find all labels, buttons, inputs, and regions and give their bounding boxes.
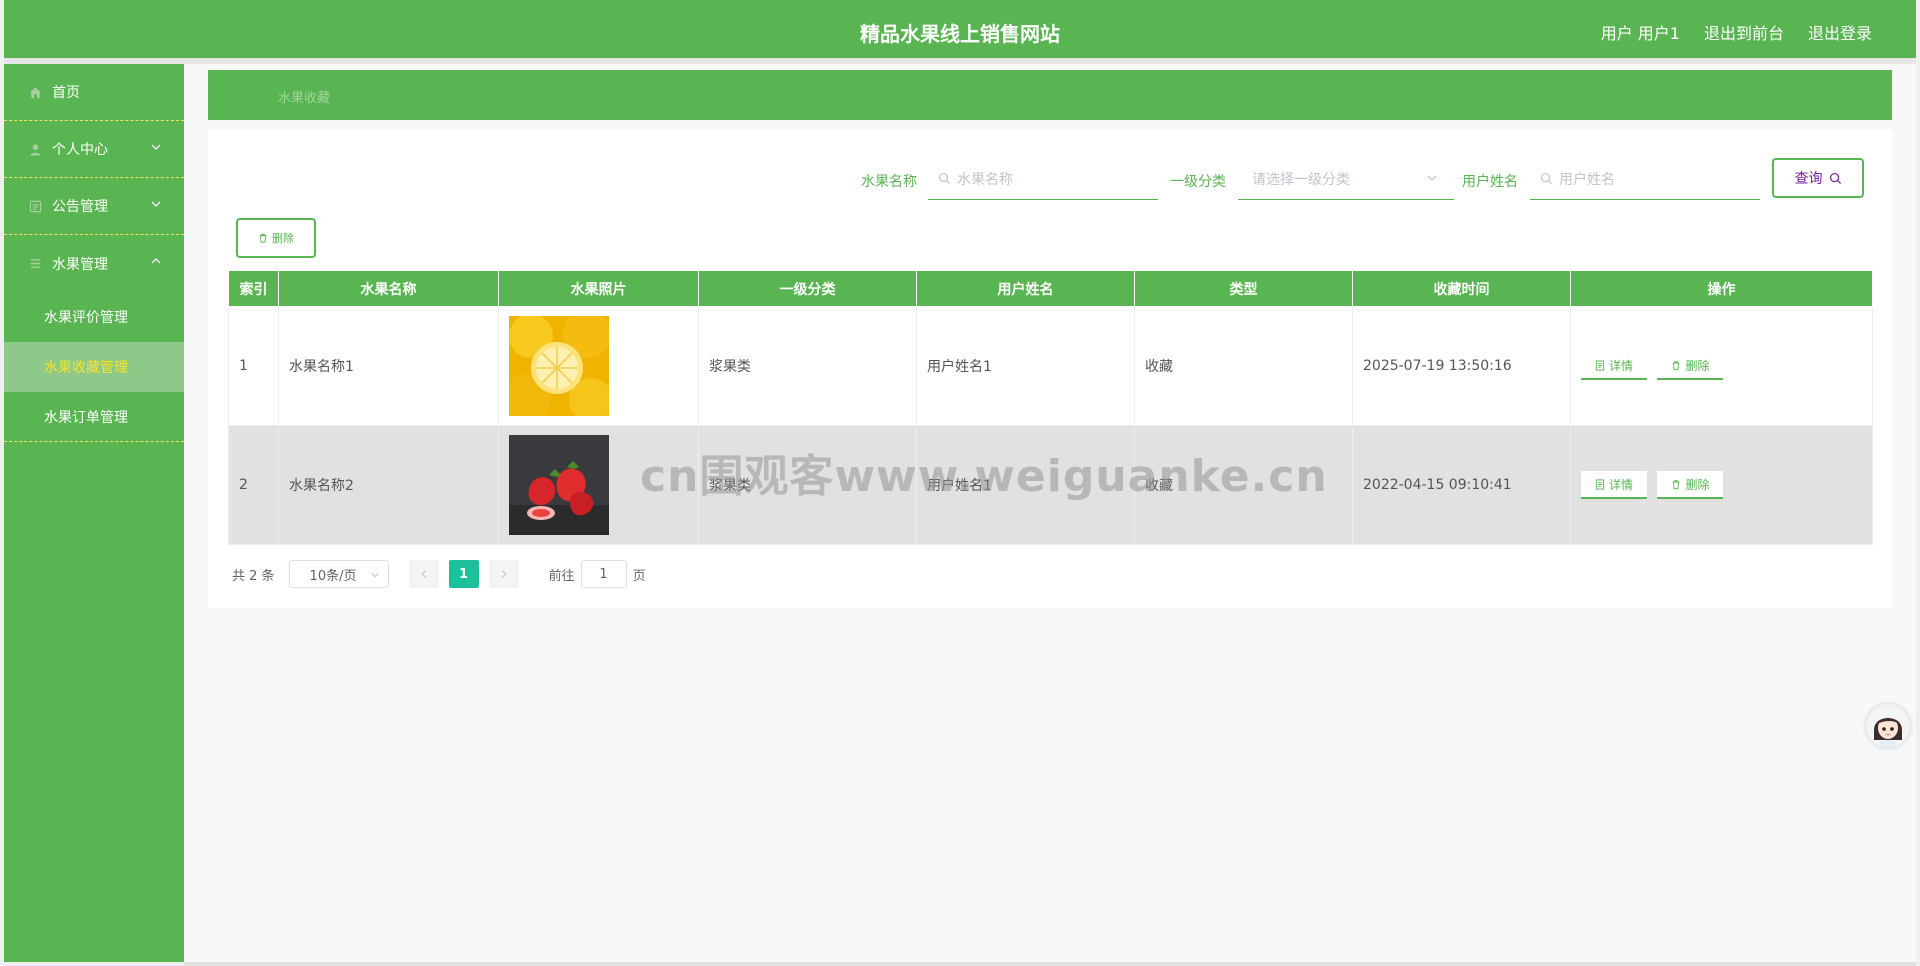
fruit-name-placeholder: 水果名称 bbox=[957, 171, 1013, 188]
batch-delete-button[interactable]: 删除 bbox=[236, 218, 316, 258]
cell-time: 2022-04-15 09:10:41 bbox=[1352, 425, 1571, 545]
cell-actions: 详情 删除 bbox=[1570, 425, 1873, 545]
cell-type: 收藏 bbox=[1134, 306, 1353, 426]
delete-button-label: 删除 bbox=[1685, 358, 1710, 373]
home-icon bbox=[28, 85, 42, 99]
document-icon bbox=[1595, 478, 1605, 490]
column-header[interactable]: 类型 bbox=[1134, 270, 1353, 307]
top-bar: 精品水果线上销售网站 用户 用户1 退出到前台 退出登录 bbox=[4, 0, 1916, 58]
cell-actions: 详情 删除 bbox=[1570, 306, 1873, 426]
chevron-down-icon bbox=[150, 198, 164, 212]
sidebar-item-label: 水果管理 bbox=[52, 256, 108, 273]
goto-page-input[interactable]: 1 bbox=[580, 560, 627, 588]
delete-button[interactable]: 删除 bbox=[1657, 352, 1724, 380]
chevron-down-icon bbox=[370, 569, 380, 584]
column-header[interactable]: 操作 bbox=[1570, 270, 1873, 307]
category-select[interactable]: 请选择一级分类 bbox=[1238, 158, 1454, 200]
chevron-down-icon bbox=[150, 141, 164, 155]
trash-icon bbox=[1673, 479, 1680, 489]
cell-fruit-name: 水果名称1 bbox=[278, 306, 499, 426]
main-content: 水果收藏 水果名称 水果名称 一级分类 请选择一级分类 用户姓名 用户姓名 查询… bbox=[184, 64, 1916, 962]
search-icon bbox=[1829, 172, 1841, 184]
sidebar-item-label: 个人中心 bbox=[52, 142, 108, 158]
sidebar-item-home[interactable]: 首页 bbox=[4, 64, 184, 121]
page-suffix: 页 bbox=[632, 568, 646, 584]
list-icon bbox=[28, 257, 42, 271]
table-header-row: 索引 水果名称 水果照片 一级分类 用户姓名 类型 收藏时间 操作 bbox=[228, 270, 1873, 307]
table-row[interactable]: 1 水果名称1 浆果类 用户姓名1 收藏 2025-07-19 13:50:16… bbox=[228, 306, 1873, 426]
cell-category: 浆果类 bbox=[698, 306, 917, 426]
watermark-text: cn围观客www.weiguanke.cn bbox=[640, 451, 1328, 502]
exit-to-front-link[interactable]: 退出到前台 bbox=[1704, 20, 1784, 44]
search-icon bbox=[938, 172, 951, 185]
detail-button[interactable]: 详情 bbox=[1581, 352, 1648, 380]
page-size-select[interactable]: 10条/页 bbox=[288, 560, 389, 588]
sidebar-item-fruit[interactable]: 水果管理 bbox=[4, 235, 184, 292]
sidebar-subitem-favorites[interactable]: 水果收藏管理 bbox=[4, 342, 184, 392]
query-button-label: 查询 bbox=[1794, 171, 1823, 187]
user-name-placeholder: 用户姓名 bbox=[1559, 171, 1615, 188]
sidebar-subitem-orders[interactable]: 水果订单管理 bbox=[4, 392, 184, 442]
chevron-down-icon bbox=[1426, 172, 1444, 188]
assistant-avatar-icon[interactable] bbox=[1866, 704, 1910, 748]
user-icon bbox=[28, 142, 42, 156]
sidebar-subitem-reviews[interactable]: 水果评价管理 bbox=[4, 292, 184, 342]
strawberry-photo[interactable] bbox=[509, 435, 609, 535]
sidebar-item-notice[interactable]: 公告管理 bbox=[4, 178, 184, 235]
cell-user-name: 用户姓名1 bbox=[916, 306, 1135, 426]
user-name-input[interactable]: 用户姓名 bbox=[1530, 158, 1760, 200]
column-header[interactable]: 水果照片 bbox=[498, 270, 699, 307]
page-size-value: 10条/页 bbox=[309, 568, 357, 584]
next-page-button[interactable] bbox=[488, 560, 519, 588]
sidebar: 首页 个人中心 公告管理 水果管理 水果评价管理 水果收藏管理 水果订单管理 bbox=[4, 64, 184, 962]
cell-index: 2 bbox=[228, 425, 279, 545]
detail-button-label: 详情 bbox=[1609, 477, 1634, 492]
chevron-left-icon bbox=[421, 570, 426, 578]
column-header[interactable]: 索引 bbox=[228, 270, 279, 307]
cell-photo bbox=[498, 306, 699, 426]
fruit-name-input[interactable]: 水果名称 bbox=[928, 158, 1158, 200]
cell-time: 2025-07-19 13:50:16 bbox=[1352, 306, 1571, 426]
total-count: 共 2 条 bbox=[232, 568, 275, 584]
delete-button[interactable]: 删除 bbox=[1657, 471, 1724, 499]
delete-button-label: 删除 bbox=[1685, 477, 1710, 492]
content-card: 水果名称 水果名称 一级分类 请选择一级分类 用户姓名 用户姓名 查询 删除 索… bbox=[208, 130, 1892, 608]
column-header[interactable]: 收藏时间 bbox=[1352, 270, 1571, 307]
cell-index: 1 bbox=[228, 306, 279, 426]
query-button[interactable]: 查询 bbox=[1772, 158, 1864, 198]
lemon-photo[interactable] bbox=[509, 316, 609, 416]
sidebar-item-label: 首页 bbox=[52, 85, 80, 101]
user-name-label: 用户姓名 bbox=[1462, 174, 1518, 190]
chevron-up-icon bbox=[150, 255, 164, 269]
detail-button-label: 详情 bbox=[1609, 358, 1634, 373]
sidebar-item-profile[interactable]: 个人中心 bbox=[4, 121, 184, 178]
current-user-label[interactable]: 用户 用户1 bbox=[1601, 20, 1680, 44]
sidebar-item-label: 公告管理 bbox=[52, 199, 108, 215]
breadcrumb-label[interactable]: 水果收藏 bbox=[278, 87, 330, 106]
notice-icon bbox=[28, 199, 42, 213]
search-icon bbox=[1540, 172, 1553, 185]
trash-icon bbox=[259, 233, 267, 243]
header-actions: 用户 用户1 退出到前台 退出登录 bbox=[1601, 20, 1872, 44]
prev-page-button[interactable] bbox=[408, 560, 439, 588]
cell-fruit-name: 水果名称2 bbox=[278, 425, 499, 545]
category-label: 一级分类 bbox=[1170, 174, 1226, 190]
pagination: 共 2 条 10条/页 1 前往 1 页 bbox=[232, 560, 646, 588]
detail-button[interactable]: 详情 bbox=[1581, 471, 1648, 499]
bottom-border bbox=[184, 962, 1916, 966]
page-number-current[interactable]: 1 bbox=[448, 560, 479, 588]
column-header[interactable]: 一级分类 bbox=[698, 270, 917, 307]
document-icon bbox=[1595, 359, 1605, 371]
goto-label: 前往 bbox=[548, 568, 575, 584]
logout-link[interactable]: 退出登录 bbox=[1808, 20, 1872, 44]
category-placeholder: 请选择一级分类 bbox=[1252, 171, 1350, 188]
column-header[interactable]: 用户姓名 bbox=[916, 270, 1135, 307]
batch-delete-label: 删除 bbox=[272, 232, 294, 245]
chevron-right-icon bbox=[501, 570, 506, 578]
column-header[interactable]: 水果名称 bbox=[278, 270, 499, 307]
trash-icon bbox=[1673, 360, 1680, 370]
breadcrumb: 水果收藏 bbox=[208, 70, 1892, 120]
fruit-name-label: 水果名称 bbox=[861, 174, 917, 190]
